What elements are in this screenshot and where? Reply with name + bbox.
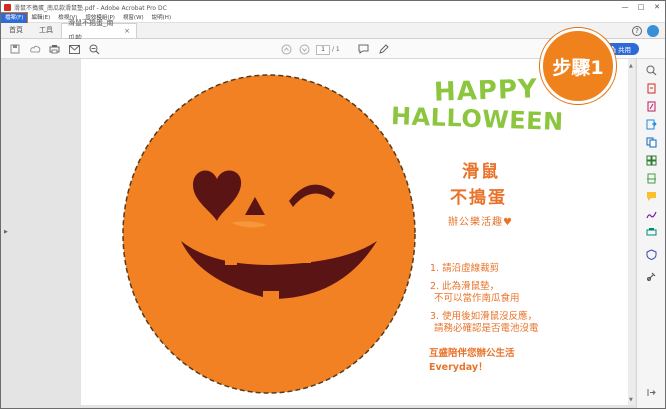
- protect-icon[interactable]: [646, 249, 657, 260]
- edit-pdf-icon[interactable]: [646, 101, 657, 112]
- instruction-2: 2. 此為滑鼠墊，: [430, 281, 500, 292]
- tab-close-icon[interactable]: ×: [124, 24, 130, 39]
- title-line-1: 滑鼠: [462, 162, 500, 182]
- closing-line-1: 互盛陪伴您辦公生活: [429, 348, 515, 359]
- zoom-icon[interactable]: [646, 65, 657, 76]
- scroll-up-icon[interactable]: ▲: [629, 63, 633, 69]
- instruction-1: 1. 請沿虛線裁剪: [430, 263, 500, 274]
- export-pdf-icon[interactable]: [646, 119, 657, 130]
- page-total-label: / 1: [332, 46, 340, 53]
- instruction-3-continued: 請務必確認是否電池沒電: [434, 323, 539, 334]
- acrobat-window: 滑鼠不搗蛋_南瓜款滑鼠墊.pdf - Adobe Acrobat Pro DC …: [0, 0, 666, 409]
- menu-help[interactable]: 說明(H): [148, 13, 175, 23]
- upload-icon[interactable]: [29, 43, 41, 55]
- window-title: 滑鼠不搗蛋_南瓜款滑鼠墊.pdf - Adobe Acrobat Pro DC: [14, 4, 167, 12]
- create-pdf-icon[interactable]: [646, 83, 657, 94]
- fill-sign-icon[interactable]: [646, 209, 657, 220]
- step-badge: 步驟1: [540, 28, 616, 104]
- page-number-input[interactable]: 1: [316, 45, 330, 55]
- scroll-down-icon[interactable]: ▼: [629, 397, 633, 403]
- close-button[interactable]: ✕: [649, 1, 665, 13]
- happy-heading: HAPPY: [433, 74, 539, 108]
- collapse-panel-icon[interactable]: [646, 387, 657, 398]
- account-avatar[interactable]: [647, 25, 659, 37]
- tools-icon[interactable]: [646, 271, 657, 282]
- title-bar: 滑鼠不搗蛋_南瓜款滑鼠墊.pdf - Adobe Acrobat Pro DC …: [1, 1, 665, 13]
- tooth-left: [225, 256, 237, 265]
- menu-window[interactable]: 視窗(W): [119, 13, 148, 23]
- heart-icon: ♥: [503, 217, 513, 228]
- pumpkin-circle: [122, 74, 416, 394]
- tab-home[interactable]: 首頁: [1, 23, 31, 38]
- page-down-icon[interactable]: [298, 43, 310, 55]
- tooth-right: [299, 254, 311, 263]
- pdf-page: HAPPY HALLOWEEN 滑鼠 不搗蛋 辦公樂活趣♥ 1. 請沿虛線裁剪 …: [81, 59, 628, 405]
- zoom-out-icon[interactable]: [88, 43, 100, 55]
- window-controls: — □ ✕: [617, 1, 665, 13]
- email-icon[interactable]: [68, 43, 80, 55]
- subtitle-text: 辦公樂活趣: [448, 217, 503, 228]
- tooth-bottom: [263, 291, 279, 300]
- instruction-3: 3. 使用後如滑鼠沒反應，: [430, 311, 538, 322]
- instruction-2-continued: 不可以當作南瓜食用: [434, 293, 520, 304]
- combine-files-icon[interactable]: [646, 137, 657, 148]
- subtitle: 辦公樂活趣♥: [448, 213, 513, 228]
- title-line-2: 不搗蛋: [450, 188, 507, 208]
- pen-icon[interactable]: [377, 43, 389, 55]
- maximize-button[interactable]: □: [633, 1, 649, 13]
- tab-tools[interactable]: 工具: [31, 23, 61, 38]
- menu-file[interactable]: 檔案(F): [1, 11, 29, 24]
- page-up-icon[interactable]: [280, 43, 292, 55]
- acrobat-app-icon: [4, 3, 11, 11]
- comment-tool-icon[interactable]: [646, 191, 657, 202]
- tab-document[interactable]: 滑鼠不搗蛋_南瓜款... ×: [61, 19, 137, 42]
- comment-icon[interactable]: [357, 43, 369, 55]
- organize-pages-icon[interactable]: [646, 155, 657, 166]
- right-tools-panel: [636, 59, 665, 408]
- scan-ocr-icon[interactable]: [646, 173, 657, 184]
- print-production-icon[interactable]: [646, 227, 657, 238]
- left-pane-toggle-icon[interactable]: ▶: [4, 229, 8, 235]
- save-icon[interactable]: [9, 43, 21, 55]
- pumpkin-illustration: [122, 74, 416, 394]
- vertical-scrollbar[interactable]: [628, 59, 635, 405]
- print-icon[interactable]: [48, 43, 60, 55]
- closing-line-2: Everyday！: [429, 362, 488, 373]
- help-icon[interactable]: ?: [632, 26, 642, 36]
- menu-edit[interactable]: 編輯(E): [27, 13, 54, 23]
- share-label: 共用: [618, 46, 631, 54]
- halloween-heading: HALLOWEEN: [390, 101, 565, 137]
- minimize-button[interactable]: —: [617, 1, 633, 13]
